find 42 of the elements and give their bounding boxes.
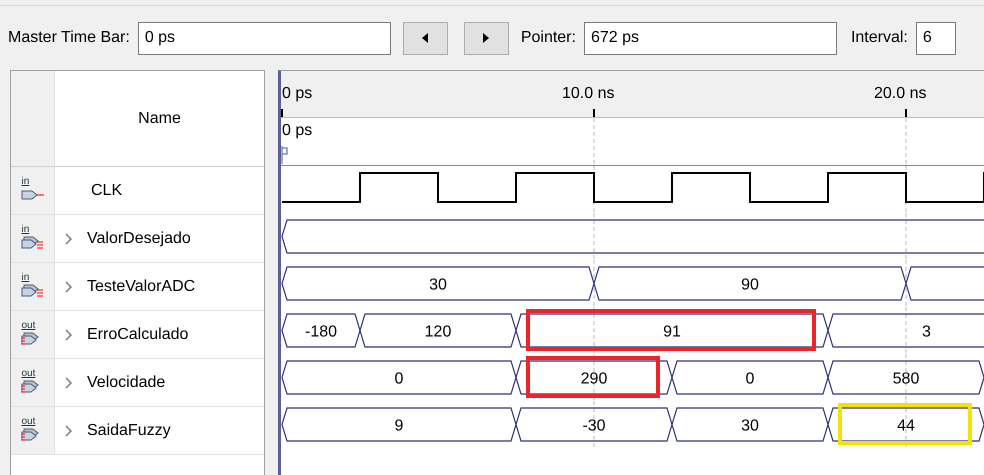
signal-name[interactable]: ValorDesejado	[87, 230, 191, 248]
signal-name[interactable]: Velocidade	[87, 374, 166, 392]
master-time-bar-field[interactable]: 0 ps	[138, 22, 391, 54]
field-label: Pointer:	[520, 29, 576, 47]
signal-name[interactable]: TesteValorADC	[87, 278, 196, 296]
field-label: Master Time Bar:	[8, 29, 130, 47]
bus-value: 30	[741, 418, 759, 434]
bus-value: 120	[424, 324, 452, 340]
chevron-icon[interactable]	[65, 424, 73, 436]
bus-value: 290	[580, 370, 608, 388]
next-button[interactable]	[464, 22, 509, 54]
previous-button[interactable]	[402, 22, 448, 54]
pointer-field[interactable]: 672 ps	[584, 22, 837, 54]
bus-value: 90	[741, 276, 759, 294]
chevron-icon[interactable]	[65, 376, 73, 388]
chevron-icon[interactable]	[65, 280, 73, 292]
column-header: Name	[138, 110, 181, 128]
signal-name[interactable]: SaidaFuzzy	[87, 422, 171, 440]
bus-value: -180	[304, 324, 338, 340]
time-bar-marker[interactable]	[281, 144, 289, 164]
tick-mark	[593, 109, 595, 117]
bus-value: 30	[429, 276, 447, 294]
time-label: 0 ps	[282, 85, 312, 103]
time-label: 20.0 ns	[874, 85, 926, 103]
bus-value: 91	[663, 324, 681, 340]
tick-mark	[281, 109, 283, 117]
field-label: Interval:	[850, 29, 908, 47]
time-bar-label: 0 ps	[282, 122, 312, 140]
tick-mark	[905, 109, 907, 117]
signal-name[interactable]: ErroCalculado	[87, 326, 188, 344]
signal-name[interactable]: CLK	[91, 182, 122, 200]
bus-value: 0	[394, 370, 404, 388]
bus-value: 9	[394, 418, 404, 434]
bus-value: 580	[892, 370, 920, 388]
chevron-icon[interactable]	[65, 328, 73, 340]
bus-value: -30	[582, 418, 606, 434]
time-label: 10.0 ns	[562, 85, 614, 103]
bus-value: 3	[922, 324, 931, 340]
interval-field[interactable]: 6	[916, 22, 956, 54]
bus-value: 0	[746, 370, 754, 388]
chevron-icon[interactable]	[65, 232, 73, 244]
bus-value: 44	[897, 418, 915, 434]
